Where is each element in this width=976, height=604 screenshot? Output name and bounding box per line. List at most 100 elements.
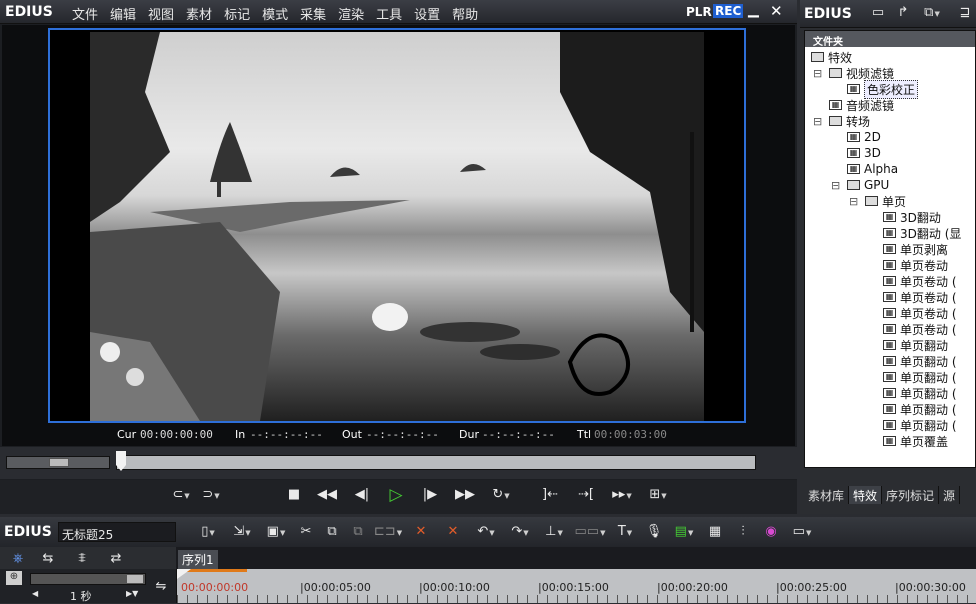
menu-item[interactable]: 视图 [148,4,174,23]
color-icon[interactable]: ◉ [759,522,783,543]
minimize-icon[interactable]: ▁ [748,2,759,18]
bin-tab[interactable]: 源 [939,486,961,504]
overwrite-icon[interactable]: ⇢[ [571,485,601,506]
tree-item[interactable]: ▦ 单页翻动 [883,337,948,353]
menu-item[interactable]: 设置 [414,4,440,23]
play-icon[interactable]: ▷ [382,485,410,506]
menu-item[interactable]: 素材 [186,4,212,23]
tree-item[interactable]: ▦ Alpha [847,161,898,177]
mic-icon[interactable]: 🎙 [643,522,665,543]
sequence-tab[interactable]: 序列1 [178,550,218,569]
replace-icon[interactable]: ⊏⊐▼ [373,522,403,543]
zoom-handle[interactable] [127,575,143,583]
undo-icon[interactable]: ↶▼ [471,522,501,543]
bin-tab[interactable]: 特效 [849,486,883,504]
cut-icon[interactable]: ✂ [295,522,317,543]
tree-item[interactable]: ▦ 单页剥离 [883,241,948,257]
timeline-ruler[interactable]: 00:00:00:00 |00:00:05:00 |00:00:10:00 |00:0… [176,569,976,603]
delete-icon[interactable]: ✕ [407,522,435,543]
tree-item[interactable]: ▦ 单页卷动 ( [883,321,957,337]
menu-item[interactable]: 模式 [262,4,288,23]
sync-icon[interactable]: ⇋ [150,577,172,597]
tree-item[interactable]: ▦ 单页翻动 ( [883,385,957,401]
up-folder-icon[interactable]: ↱ [893,3,913,23]
step-back-icon[interactable]: ◀| [348,485,376,506]
playhead-triangle[interactable] [177,569,191,579]
loop-icon[interactable]: ↻▼ [486,485,516,506]
window-icon[interactable]: ▭▼ [787,522,817,543]
open-icon[interactable]: ⇲▼ [227,522,257,543]
bin-tab[interactable]: 素材库 [804,486,850,504]
ripple-delete-icon[interactable]: ✕ [439,522,467,543]
close-icon[interactable]: ✕ [770,2,783,20]
tree-item[interactable]: ⊟ 转场 [813,113,870,129]
tree-item[interactable]: ▦ 3D [847,145,881,161]
rewind-icon[interactable]: ◀◀ [312,485,342,506]
tree-item[interactable]: ▦ 单页卷动 ( [883,305,957,321]
track-icon-3[interactable]: ⩨ [70,549,94,569]
menu-item[interactable]: 文件 [72,4,98,23]
position-bar[interactable] [116,455,756,470]
zoom-value[interactable]: 1 秒 [70,588,92,604]
redo-icon[interactable]: ↷▼ [505,522,535,543]
rec-label[interactable]: REC [713,4,744,18]
tree-item[interactable]: ▦ 单页翻动 ( [883,401,957,417]
paste-icon[interactable]: ⧉ [347,522,369,543]
tree-expander-icon[interactable]: ⊟ [813,67,829,80]
tree-item[interactable]: ▦ 3D翻动 [883,209,941,225]
copy-icon[interactable]: ⧉ [321,522,343,543]
title-icon[interactable]: T▼ [611,522,639,543]
tree-expander-icon[interactable]: ⊟ [849,195,865,208]
grid-icon[interactable]: ▦ [703,522,727,543]
insert-icon[interactable]: ]⇠ [535,485,565,506]
split-icon[interactable]: ⊥▼ [539,522,569,543]
trim-icon[interactable]: ▸▸▼ [607,485,637,506]
mark-in-icon[interactable]: ⊂▼ [170,485,192,506]
tree-item[interactable]: ▦ 单页翻动 ( [883,369,957,385]
menu-item[interactable]: 帮助 [452,4,478,23]
tree-item[interactable]: ▦ 单页覆盖 [883,433,948,449]
output-icon[interactable]: ⊞▼ [643,485,673,506]
group-icon[interactable]: ▭▭▼ [573,522,607,543]
menu-item[interactable]: 标记 [224,4,250,23]
plr-label[interactable]: PLR [686,5,712,19]
track-icon-1[interactable]: ⎈ [6,549,30,569]
mixer-icon[interactable]: ⫶ [731,522,755,543]
tree-item[interactable]: ⊟ GPU [831,177,889,193]
track-icon-2[interactable]: ⇆ [36,549,60,569]
tree-item[interactable]: ▦ 单页卷动 ( [883,273,957,289]
dur-value[interactable]: --:--:--:-- [482,428,555,441]
shuttle-handle[interactable] [49,458,69,467]
folder-icon[interactable]: ▭ [868,3,888,23]
step-forward-icon[interactable]: |▶ [416,485,444,506]
tree-item[interactable]: ▦ 色彩校正 [847,79,919,99]
fast-forward-icon[interactable]: ▶▶ [450,485,480,506]
menu-item[interactable]: 采集 [300,4,326,23]
menu-item[interactable]: 工具 [376,4,402,23]
mark-out-icon[interactable]: ⊃▼ [196,485,226,506]
layout-icon[interactable]: ⊒ [953,3,976,23]
out-value[interactable]: --:--:--:-- [366,428,439,441]
tree-item[interactable]: ▦ 单页卷动 ( [883,289,957,305]
zoom-slider[interactable] [30,573,146,585]
tree-item[interactable]: ▦ 单页翻动 ( [883,417,957,433]
stop-icon[interactable]: ■ [282,485,306,506]
save-icon[interactable]: ▣▼ [261,522,291,543]
bin-tab[interactable]: 序列标记 [882,486,940,504]
new-item-icon[interactable]: ⧉▼ [918,3,946,24]
tree-item[interactable]: ▦ 3D翻动 (显 [883,225,961,241]
tree-item[interactable]: ▦ 单页翻动 ( [883,353,957,369]
tree-item[interactable]: ▦ 单页卷动 [883,257,948,273]
tree-item[interactable]: ⊟特效 [811,49,852,65]
new-sequence-icon[interactable]: ▯▼ [193,522,223,543]
track-lock-icon[interactable]: ⊕ [6,571,22,585]
zoom-right-icon[interactable]: ▶▼ [126,589,138,598]
cur-value[interactable]: 00:00:00:00 [140,428,213,441]
tree-item[interactable]: ▦ 音频滤镜 [829,97,894,113]
tree-item[interactable]: ▦龙卷风 [883,449,936,452]
tree-item[interactable]: ▦ 2D [847,129,881,145]
in-value[interactable]: --:--:--:-- [250,428,323,441]
tree-item[interactable]: ⊟ 单页 [849,193,906,209]
tree-expander-icon[interactable]: ⊟ [831,179,847,192]
menu-item[interactable]: 渲染 [338,4,364,23]
